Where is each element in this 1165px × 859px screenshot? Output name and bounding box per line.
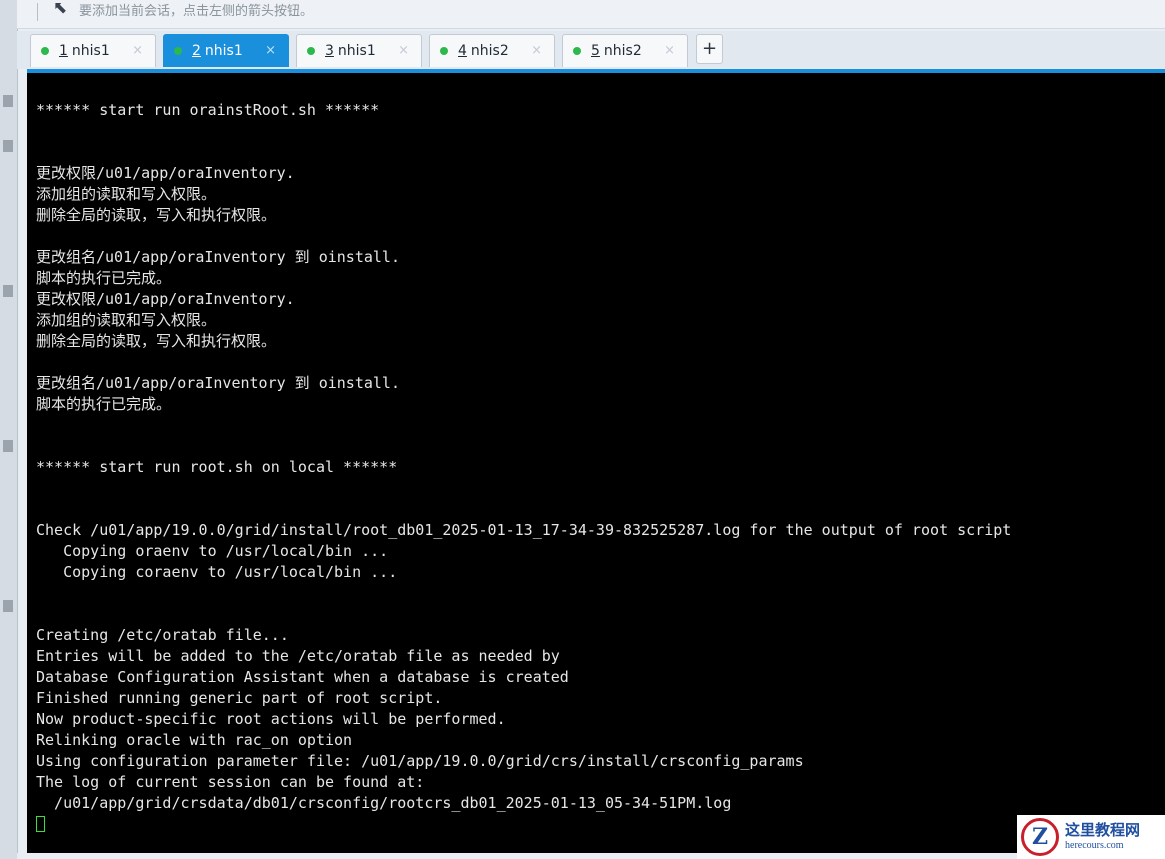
side-marker: [3, 600, 13, 612]
terminal-line: Finished running generic part of root sc…: [36, 689, 443, 707]
tab-label: nhis2: [470, 43, 509, 59]
terminal-line: Database Configuration Assistant when a …: [36, 668, 569, 686]
connected-status-icon: [174, 47, 182, 55]
terminal-line: 更改组名/u01/app/oraInventory 到 oinstall.: [36, 374, 400, 392]
terminal-line: Now product-specific root actions will b…: [36, 710, 506, 728]
left-side-panel: [0, 0, 18, 859]
close-tab-icon[interactable]: ×: [132, 43, 143, 58]
terminal-cursor: [36, 816, 45, 832]
close-tab-icon[interactable]: ×: [664, 43, 675, 58]
terminal-line: 添加组的读取和写入权限。: [36, 311, 217, 329]
tab-number: 4: [458, 43, 467, 59]
tab-2-nhis1[interactable]: 2 nhis1 ×: [163, 34, 289, 67]
terminal-line: 添加组的读取和写入权限。: [36, 185, 217, 203]
add-tab-button[interactable]: +: [696, 34, 723, 64]
tab-number: 2: [192, 43, 201, 59]
terminal-line: 更改权限/u01/app/oraInventory.: [36, 164, 295, 182]
terminal-line: Creating /etc/oratab file...: [36, 626, 289, 644]
tab-label: nhis1: [71, 43, 110, 59]
tab-5-nhis2[interactable]: 5 nhis2 ×: [562, 34, 688, 67]
arrow-cursor-icon[interactable]: ⬉: [53, 0, 67, 18]
toolbar-separator: [37, 3, 38, 21]
terminal-line: 脚本的执行已完成。: [36, 269, 172, 287]
tab-number: 3: [325, 43, 334, 59]
terminal-line: /u01/app/grid/crsdata/db01/crsconfig/roo…: [36, 794, 732, 812]
terminal-line: 删除全局的读取，写入和执行权限。: [36, 332, 277, 350]
session-tab-bar: 1 nhis1 × 2 nhis1 × 3 nhis1 × 4 nhis2 × …: [17, 31, 1165, 69]
tab-number: 1: [59, 43, 68, 59]
side-marker: [3, 440, 13, 452]
tab-4-nhis2[interactable]: 4 nhis2 ×: [429, 34, 555, 67]
terminal-line: ****** start run orainstRoot.sh ******: [36, 101, 380, 119]
watermark-url: herecours.com: [1065, 840, 1124, 851]
session-hint-text: 要添加当前会话，点击左侧的箭头按钮。: [79, 4, 314, 19]
site-watermark: Z 这里教程网 herecours.com: [1017, 815, 1165, 859]
tab-label: nhis1: [337, 43, 376, 59]
tab-label: nhis2: [603, 43, 642, 59]
watermark-logo-icon: Z: [1021, 818, 1059, 856]
tab-label: nhis1: [204, 43, 243, 59]
connected-status-icon: [573, 47, 581, 55]
terminal-line: Copying oraenv to /usr/local/bin ...: [36, 542, 389, 560]
connected-status-icon: [41, 47, 49, 55]
terminal-line: Check /u01/app/19.0.0/grid/install/root_…: [36, 521, 1012, 539]
terminal-line: 脚本的执行已完成。: [36, 395, 172, 413]
terminal-output[interactable]: ****** start run orainstRoot.sh ****** 更…: [27, 73, 1165, 853]
watermark-text: 这里教程网 herecours.com: [1065, 822, 1140, 852]
terminal-line: 更改组名/u01/app/oraInventory 到 oinstall.: [36, 248, 400, 266]
session-hint-bar: ⬉ 要添加当前会话，点击左侧的箭头按钮。: [17, 0, 1165, 29]
terminal-line: The log of current session can be found …: [36, 773, 425, 791]
close-tab-icon[interactable]: ×: [531, 43, 542, 58]
side-marker: [3, 285, 13, 297]
watermark-title: 这里教程网: [1065, 821, 1141, 839]
terminal-line: Relinking oracle with rac_on option: [36, 731, 353, 749]
bottom-border: [17, 853, 1165, 859]
terminal-line: Copying coraenv to /usr/local/bin ...: [36, 563, 398, 581]
connected-status-icon: [307, 47, 315, 55]
side-marker: [3, 95, 13, 107]
terminal-line: 更改权限/u01/app/oraInventory.: [36, 290, 295, 308]
terminal-line: Using configuration parameter file: /u01…: [36, 752, 804, 770]
close-tab-icon[interactable]: ×: [398, 43, 409, 58]
terminal-line: Entries will be added to the /etc/oratab…: [36, 647, 560, 665]
tab-3-nhis1[interactable]: 3 nhis1 ×: [296, 34, 422, 67]
tab-number: 5: [591, 43, 600, 59]
close-tab-icon[interactable]: ×: [265, 43, 276, 58]
tab-1-nhis1[interactable]: 1 nhis1 ×: [30, 34, 156, 67]
side-marker: [3, 140, 13, 152]
terminal-line: ****** start run root.sh on local ******: [36, 458, 398, 476]
terminal-line: 删除全局的读取，写入和执行权限。: [36, 206, 277, 224]
connected-status-icon: [440, 47, 448, 55]
